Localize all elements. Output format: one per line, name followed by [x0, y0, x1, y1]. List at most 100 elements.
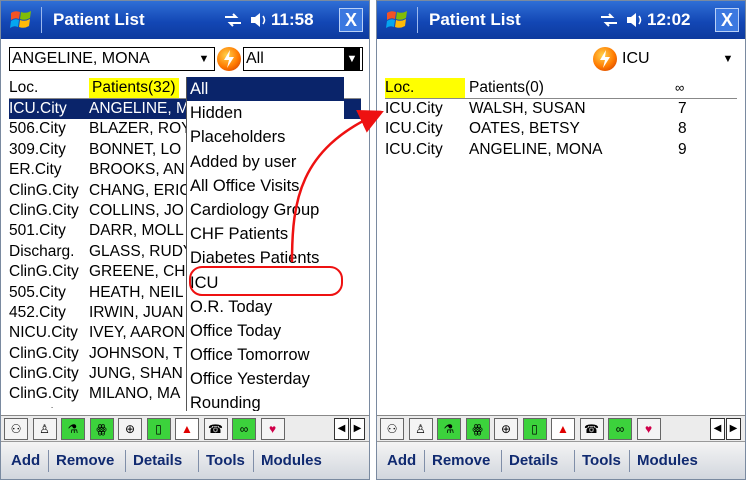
remove-menu[interactable]: Remove [432, 452, 490, 469]
person-icon[interactable]: ♙ [408, 418, 433, 440]
chevron-down-icon[interactable]: ▼ [720, 48, 736, 70]
scroll-left-icon[interactable]: ◀ [710, 418, 725, 440]
row-patient-name: JOHNSON, T [89, 344, 183, 362]
alert-triangle-icon[interactable]: ▲ [551, 418, 575, 440]
table-row[interactable]: ICU.City ANGELINE, MONA 9 [385, 140, 737, 160]
column-header-location[interactable]: Loc. [385, 78, 465, 98]
patient-combo[interactable]: ANGELINE, MONA ▼ [9, 47, 215, 71]
row-patient-name: MOON, ALEX [89, 405, 185, 408]
modules-menu[interactable]: Modules [637, 452, 698, 469]
dropdown-item[interactable]: Hidden [187, 101, 344, 125]
row-count: 8 [678, 120, 687, 138]
details-menu[interactable]: Details [509, 452, 558, 469]
row-patient-name: WALSH, SUSAN [469, 100, 586, 117]
person-icon[interactable]: ♙ [32, 418, 57, 440]
lungs-icon[interactable]: ꙮ [89, 418, 114, 440]
filter-flash-icon[interactable] [593, 47, 617, 71]
dropdown-item[interactable]: CHF Patients [187, 222, 344, 246]
column-header-patients[interactable]: Patients(0) [469, 78, 544, 98]
dropdown-item[interactable]: All [187, 77, 344, 102]
dropdown-item[interactable]: ICU [187, 271, 344, 295]
column-header-patients[interactable]: Patients(32) [89, 78, 179, 98]
dropdown-item[interactable]: O.R. Today [187, 295, 344, 319]
connectivity-icon[interactable] [223, 12, 243, 28]
stethoscope-icon[interactable]: ∞ [675, 78, 684, 98]
tools-menu[interactable]: Tools [206, 452, 245, 469]
roster-icon[interactable]: ⚇ [380, 418, 404, 440]
flask-icon[interactable]: ⚗ [437, 418, 461, 440]
chevron-down-icon[interactable]: ▼ [196, 48, 212, 70]
row-patient-name: BONNET, LO [89, 140, 182, 158]
column-header-location[interactable]: Loc. [9, 78, 38, 98]
modules-menu[interactable]: Modules [261, 452, 322, 469]
scroll-right-icon[interactable]: ▶ [726, 418, 741, 440]
stethoscope-icon[interactable]: ∞ [232, 418, 256, 440]
row-location: Discharg. [9, 242, 75, 260]
menu-bar: Add Remove Details Tools Modules [377, 441, 745, 479]
menu-separator [501, 450, 502, 472]
flask-icon[interactable]: ⚗ [61, 418, 85, 440]
windows-start-icon[interactable] [385, 8, 411, 32]
add-menu[interactable]: Add [387, 452, 416, 469]
row-location: ICU.City [385, 120, 443, 138]
roster-icon[interactable]: ⚇ [4, 418, 28, 440]
row-location: NICU.City [9, 324, 78, 342]
row-location: ICU.City [385, 140, 443, 158]
details-menu[interactable]: Details [133, 452, 182, 469]
alert-triangle-icon[interactable]: ▲ [175, 418, 199, 440]
heart-icon[interactable]: ♥ [636, 418, 661, 440]
list-filter-combo[interactable]: All ▼ [243, 47, 363, 71]
dropdown-item[interactable]: Added by user [187, 150, 344, 174]
title-separator [41, 7, 42, 33]
close-button[interactable]: X [715, 8, 739, 32]
left-screen: Patient List 11:58 X ANGELINE, MONA ▼ Al… [0, 0, 370, 480]
row-patient-name: BLAZER, ROY [89, 120, 192, 138]
clipboard-icon[interactable]: ▯ [146, 418, 171, 440]
chevron-down-icon[interactable]: ▼ [344, 48, 360, 70]
tools-menu[interactable]: Tools [582, 452, 621, 469]
pill-icon[interactable]: ⊕ [494, 418, 518, 440]
phone-icon[interactable]: ☎ [203, 418, 228, 440]
menu-separator [574, 450, 575, 472]
scroll-right-icon[interactable]: ▶ [350, 418, 365, 440]
dropdown-item[interactable]: All Office Visits [187, 174, 344, 198]
dropdown-item[interactable]: Office Today [187, 319, 344, 343]
volume-icon[interactable] [249, 11, 269, 29]
phone-icon[interactable]: ☎ [579, 418, 604, 440]
clock[interactable]: 12:02 [647, 10, 690, 30]
close-button[interactable]: X [339, 8, 363, 32]
table-row[interactable]: ICU.City WALSH, SUSAN 7 [385, 99, 737, 119]
row-location: ClinG.City [9, 385, 79, 403]
scroll-left-icon[interactable]: ◀ [334, 418, 349, 440]
row-location: ClinG.City [9, 365, 79, 383]
add-menu[interactable]: Add [11, 452, 40, 469]
dropdown-item[interactable]: Rounding [187, 391, 344, 411]
dropdown-item[interactable]: Placeholders [187, 125, 344, 149]
stethoscope-icon[interactable]: ∞ [608, 418, 632, 440]
table-row[interactable]: ICU.City OATES, BETSY 8 [385, 119, 737, 139]
pill-icon[interactable]: ⊕ [118, 418, 142, 440]
clock[interactable]: 11:58 [271, 10, 314, 30]
heart-icon[interactable]: ♥ [260, 418, 285, 440]
remove-menu[interactable]: Remove [56, 452, 114, 469]
filter-flash-icon[interactable] [217, 47, 241, 71]
patient-list[interactable]: Loc. Patients(0) ∞ ICU.City WALSH, SUSAN 7… [385, 78, 737, 408]
row-location: 405.City [9, 405, 66, 408]
dropdown-item[interactable]: Office Yesterday [187, 367, 344, 391]
dropdown-item[interactable]: Cardiology Group [187, 198, 344, 222]
row-location: ER.City [9, 161, 62, 179]
row-patient-name: IRWIN, JUAN [89, 303, 184, 321]
row-patient-name: GREENE, CH [89, 263, 186, 281]
lungs-icon[interactable]: ꙮ [465, 418, 490, 440]
row-location: ClinG.City [9, 263, 79, 281]
connectivity-icon[interactable] [599, 12, 619, 28]
volume-icon[interactable] [625, 11, 645, 29]
list-filter-combo[interactable]: ICU ▼ [619, 47, 739, 71]
clipboard-icon[interactable]: ▯ [522, 418, 547, 440]
filter-dropdown-list[interactable]: All Hidden Placeholders Added by user All Of… [186, 77, 344, 411]
dropdown-item[interactable]: Diabetes Patients [187, 246, 344, 270]
title-bar: Patient List 12:02 X [377, 1, 745, 39]
module-tab-bar: ⚇ ♙ ⚗ ꙮ ⊕ ▯ ▲ ☎ ∞ ♥ ◀ ▶ [1, 415, 369, 442]
windows-start-icon[interactable] [9, 8, 35, 32]
dropdown-item[interactable]: Office Tomorrow [187, 343, 344, 367]
